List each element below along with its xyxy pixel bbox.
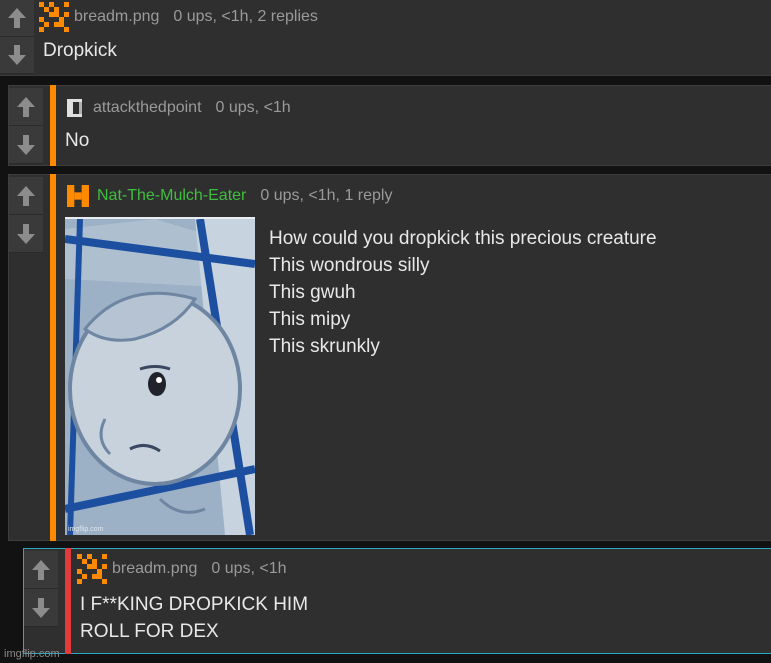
up-arrow-icon bbox=[32, 559, 50, 580]
downvote-button[interactable] bbox=[9, 126, 43, 164]
down-arrow-icon bbox=[17, 223, 35, 244]
comment-meta: breadm.png 0 ups, <1h bbox=[76, 554, 287, 584]
comment-stats: 0 ups, <1h, 1 reply bbox=[260, 187, 393, 204]
comment-text: I F**KING DROPKICK HIM ROLL FOR DEX bbox=[80, 591, 308, 645]
comment-text-line: This skrunkly bbox=[269, 336, 380, 357]
comment-stats: 0 ups, <1h, 2 replies bbox=[173, 8, 318, 25]
image-watermark: imgflip.com bbox=[68, 526, 104, 533]
comment-text: Dropkick bbox=[43, 40, 117, 61]
vote-column bbox=[0, 0, 34, 74]
thread-accent-bar bbox=[65, 548, 71, 654]
comment-1: breadm.png 0 ups, <1h, 2 replies Dropkic… bbox=[0, 0, 771, 76]
downvote-button[interactable] bbox=[0, 37, 34, 74]
upvote-button[interactable] bbox=[24, 551, 58, 589]
imgflip-watermark: imgflip.com bbox=[4, 648, 60, 660]
thread-accent-bar bbox=[50, 174, 56, 541]
attached-image[interactable]: imgflip.com bbox=[65, 217, 255, 535]
up-arrow-icon bbox=[17, 185, 35, 206]
comment-text: How could you dropkick this precious cre… bbox=[269, 225, 657, 360]
bracket-avatar-icon[interactable] bbox=[67, 93, 85, 123]
vote-column bbox=[9, 177, 43, 253]
comment-4: breadm.png 0 ups, <1h I F**KING DROPKICK… bbox=[23, 548, 771, 654]
comment-text: No bbox=[65, 130, 90, 151]
username-link[interactable]: breadm.png bbox=[112, 560, 197, 578]
comment-2: attackthedpoint 0 ups, <1h No bbox=[8, 85, 771, 166]
upvote-button[interactable] bbox=[0, 0, 34, 37]
up-arrow-icon bbox=[17, 96, 35, 117]
checker-avatar-icon[interactable] bbox=[38, 2, 70, 32]
comment-meta: attackthedpoint 0 ups, <1h bbox=[67, 93, 291, 123]
vote-column bbox=[9, 88, 43, 164]
comment-text-line: How could you dropkick this precious cre… bbox=[269, 228, 657, 249]
comment-stats: 0 ups, <1h bbox=[211, 560, 287, 577]
comment-text-line: This mipy bbox=[269, 309, 351, 330]
username-link[interactable]: Nat-The-Mulch-Eater bbox=[97, 187, 246, 205]
thread-accent-bar bbox=[50, 85, 56, 166]
comment-text-line: This gwuh bbox=[269, 282, 356, 303]
comment-meta: breadm.png 0 ups, <1h, 2 replies bbox=[38, 2, 318, 32]
upvote-button[interactable] bbox=[9, 88, 43, 126]
down-arrow-icon bbox=[32, 597, 50, 618]
checker-avatar-icon[interactable] bbox=[76, 554, 108, 584]
cartoon-character-image bbox=[65, 219, 255, 535]
comment-3: Nat-The-Mulch-Eater 0 ups, <1h, 1 reply … bbox=[8, 174, 771, 541]
downvote-button[interactable] bbox=[9, 215, 43, 253]
comment-stats: 0 ups, <1h bbox=[215, 99, 291, 116]
vote-column bbox=[24, 551, 58, 627]
h-avatar-icon[interactable] bbox=[67, 181, 89, 211]
downvote-button[interactable] bbox=[24, 589, 58, 627]
up-arrow-icon bbox=[8, 8, 26, 28]
comment-text-line: This wondrous silly bbox=[269, 255, 430, 276]
comment-text-line: ROLL FOR DEX bbox=[80, 621, 219, 642]
comment-meta: Nat-The-Mulch-Eater 0 ups, <1h, 1 reply bbox=[67, 181, 392, 211]
down-arrow-icon bbox=[17, 134, 35, 155]
upvote-button[interactable] bbox=[9, 177, 43, 215]
username-link[interactable]: attackthedpoint bbox=[93, 99, 202, 117]
comment-text-line: I F**KING DROPKICK HIM bbox=[80, 594, 309, 615]
username-link[interactable]: breadm.png bbox=[74, 8, 159, 26]
down-arrow-icon bbox=[8, 45, 26, 65]
